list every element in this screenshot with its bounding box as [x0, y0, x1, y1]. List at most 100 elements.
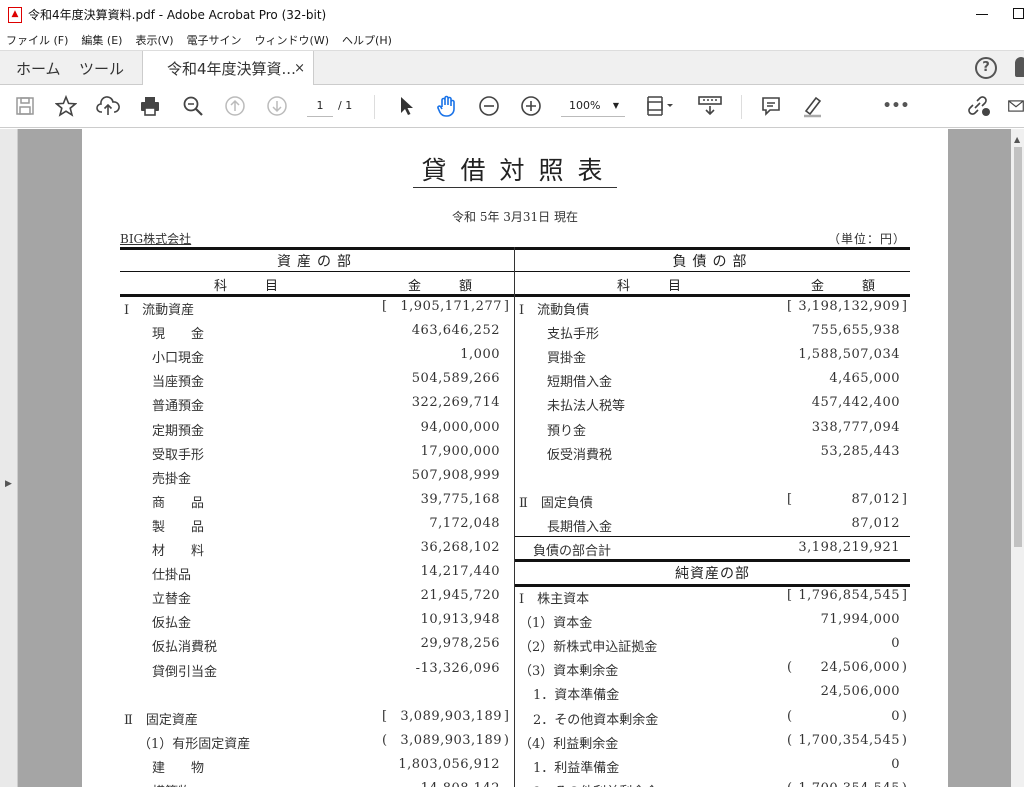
table-row: （1）資本金 71,994,000	[515, 609, 910, 633]
save-icon[interactable]	[12, 93, 38, 119]
row-value: 1,000	[460, 347, 500, 363]
table-row: 当座預金 504,589,266	[120, 368, 514, 392]
zoom-out-icon[interactable]	[476, 93, 502, 119]
email-icon[interactable]	[1008, 93, 1024, 119]
scroll-up-icon[interactable]: ▲	[1014, 135, 1020, 144]
bracket-open: (	[382, 732, 388, 748]
bracket-open: (	[787, 781, 792, 787]
next-page-icon[interactable]	[264, 93, 290, 119]
row-label: 売掛金	[152, 471, 192, 487]
table-row: Ⅱ 固定資産 3,089,903,189 []	[120, 706, 514, 730]
hand-tool-icon[interactable]	[434, 93, 460, 119]
previous-page-icon[interactable]	[222, 93, 248, 119]
close-tab-icon[interactable]: ×	[294, 61, 305, 76]
column-header-amount: 金 額	[811, 279, 880, 294]
row-label: 仮払消費税	[152, 640, 218, 656]
zoom-search-icon[interactable]	[180, 93, 206, 119]
highlight-pen-icon[interactable]	[800, 93, 826, 119]
minimize-button[interactable]	[976, 14, 988, 15]
comment-icon[interactable]	[758, 93, 784, 119]
zoom-level-value: 100%	[569, 99, 601, 112]
page-number-input[interactable]: 1	[307, 97, 333, 117]
liabilities-section-heading: 負債の部	[672, 254, 753, 270]
row-label: （1）資本金	[519, 616, 593, 632]
row-value: 3,198,132,909	[798, 299, 900, 314]
table-row: 仮払消費税 29,978,256	[120, 633, 514, 657]
bookmark-star-icon[interactable]	[53, 93, 79, 119]
help-icon[interactable]: ?	[975, 57, 997, 79]
document-viewport[interactable]: ▶ ▲ 貸借対照表 令和 5年 3月31日 現在 BIG株式会社 （単位：円） …	[0, 129, 1024, 787]
row-value: 24,506,000	[820, 660, 900, 676]
table-row: 負債の部合計 3,198,219,921	[515, 537, 910, 561]
bracket-close: ]	[503, 708, 509, 724]
table-rule	[120, 247, 514, 250]
row-value: 14,217,440	[420, 564, 500, 580]
row-label: 負債の部合計	[533, 544, 612, 559]
scrollbar-thumb[interactable]	[1014, 147, 1022, 547]
page-fit-icon[interactable]	[644, 93, 678, 119]
toolbar-divider	[374, 95, 375, 119]
row-value: 338,777,094	[811, 419, 900, 435]
table-row: 支払手形 755,655,938	[515, 320, 910, 344]
table-row: （1）有形固定資産 3,089,903,189 ()	[120, 730, 514, 754]
row-label: （2）新株式申込証拠金	[519, 640, 658, 656]
bracket-close: )	[901, 732, 907, 748]
share-link-icon[interactable]	[966, 93, 992, 119]
table-row: 2．その他利益剰余金 1,700,354,545 ()	[515, 778, 910, 787]
zoom-in-icon[interactable]	[518, 93, 544, 119]
table-row: 売掛金 507,908,999	[120, 465, 514, 489]
zoom-level-select[interactable]: 100% ▼	[561, 97, 625, 117]
table-row: 定期預金 94,000,000	[120, 417, 514, 441]
table-row: （2）新株式申込証拠金 0	[515, 633, 910, 657]
row-label: Ⅰ 流動資産	[124, 303, 195, 318]
expand-panel-icon[interactable]: ▶	[5, 479, 12, 489]
row-label: 2．その他利益剰余金	[533, 781, 658, 787]
bracket-close: )	[503, 732, 509, 748]
table-row: 受取手形 17,900,000	[120, 441, 514, 465]
select-cursor-icon[interactable]	[393, 93, 419, 119]
menu-edit[interactable]: 編集 (E)	[81, 32, 122, 48]
table-row	[120, 682, 514, 706]
print-icon[interactable]	[137, 93, 163, 119]
menu-file[interactable]: ファイル (F)	[6, 32, 68, 48]
company-name: BIG株式会社	[120, 232, 192, 246]
row-value: 1,905,171,277	[400, 299, 502, 314]
tab-home[interactable]: ホーム	[16, 51, 61, 85]
menu-esign[interactable]: 電子サイン	[187, 32, 242, 48]
table-rule	[515, 247, 910, 250]
bracket-close: ]	[901, 491, 907, 507]
scroll-mode-icon[interactable]	[695, 93, 725, 119]
row-value: 71,994,000	[820, 612, 900, 628]
row-label: 定期預金	[152, 423, 205, 439]
row-label: 長期借入金	[547, 519, 613, 535]
table-row: Ⅰ 株主資本 1,796,854,545 []	[515, 585, 910, 609]
row-label: 支払手形	[547, 327, 600, 343]
upload-cloud-icon[interactable]	[95, 93, 121, 119]
row-value: 17,900,000	[420, 443, 500, 459]
menu-window[interactable]: ウィンドウ(W)	[255, 32, 329, 48]
menu-view[interactable]: 表示(V)	[135, 32, 173, 48]
left-panel-toggle[interactable]: ▶	[0, 129, 18, 787]
menu-help[interactable]: ヘルプ(H)	[342, 32, 392, 48]
toolbar: 1 / 1 100% ▼ •••	[0, 85, 1024, 128]
table-row: 構築物 14,808,142	[120, 778, 514, 787]
row-value: -13,326,096	[415, 660, 500, 676]
row-value: 463,646,252	[411, 323, 500, 339]
bracket-open: [	[787, 588, 793, 603]
table-row: 製 品 7,172,048	[120, 513, 514, 537]
more-tools-icon[interactable]: •••	[883, 93, 910, 119]
row-value: 1,796,854,545	[798, 588, 900, 603]
tab-tools[interactable]: ツール	[79, 51, 124, 85]
maximize-button[interactable]	[1013, 8, 1024, 19]
table-row: Ⅱ 固定負債 87,012 []	[515, 489, 910, 513]
window-titlebar: ▲ 令和4年度決算資料.pdf - Adobe Acrobat Pro (32-…	[0, 0, 1024, 29]
table-rule	[515, 271, 910, 272]
table-row: Ⅰ 流動資産 1,905,171,277 []	[120, 296, 514, 320]
table-rule	[515, 559, 910, 562]
notification-icon[interactable]	[1015, 57, 1024, 77]
row-value: 1,803,056,912	[398, 756, 500, 772]
vertical-scrollbar[interactable]: ▲	[1011, 129, 1024, 787]
tab-document[interactable]: 令和4年度決算資... ×	[142, 51, 314, 86]
row-label: 仮払金	[152, 616, 192, 632]
table-row: 仕掛品 14,217,440	[120, 561, 514, 585]
